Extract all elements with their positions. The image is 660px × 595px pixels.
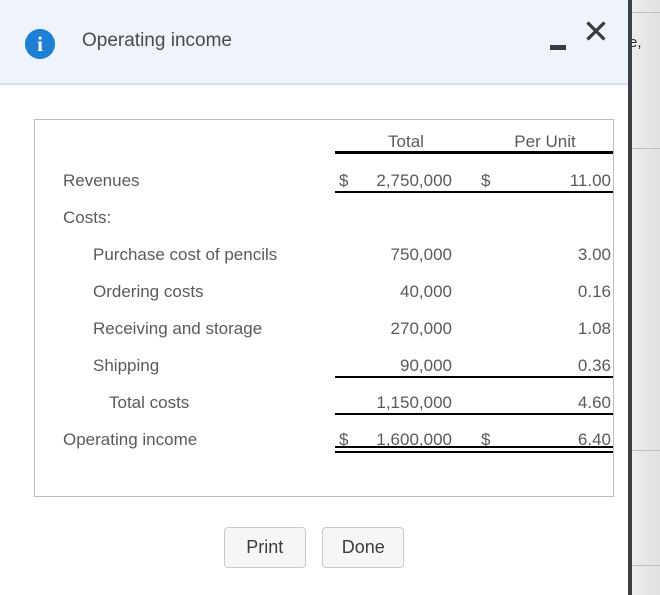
row-value-cell: $2,750,000 [335,151,477,193]
row-label: Shipping [93,356,160,375]
table-row: Revenues $2,750,000 $11.00 [35,151,613,193]
background-rule [628,565,660,566]
row-label: Costs: [63,208,112,227]
row-label: Purchase cost of pencils [93,245,278,264]
row-label: Total costs [109,393,190,412]
row-value-cell: $1.08 [477,302,613,339]
row-value-cell: $0.16 [477,265,613,302]
row-value-cell: $4.60 [477,376,613,415]
total-currency-symbol: $ [339,171,349,190]
table-row: Total costs $1,150,000$4.60 [35,376,613,415]
minimize-icon [550,45,566,50]
dialog-right-edge [628,0,632,595]
row-value-cell: $90,000 [335,339,477,378]
total-value: 90,000 [400,356,452,375]
row-value-cell: $3.00 [477,228,613,265]
value-rule-top [335,151,477,153]
per-unit-value: 11.00 [569,171,611,190]
operating-income-table: Total Per Unit Revenues $2,750,000 $11.00 C… [35,132,613,453]
total-value: 40,000 [400,282,452,301]
done-button[interactable]: Done [322,527,405,568]
value-rule-double-upper [477,446,613,448]
background-rule [628,450,660,451]
info-icon: i [25,29,55,59]
per-unit-value: 4.60 [577,393,611,412]
row-label: Operating income [63,430,198,449]
row-value-cell: $40,000 [335,265,477,302]
per-unit-value: 1.08 [577,319,611,338]
background-page: e, [628,0,660,595]
total-value: 1,150,000 [376,393,452,412]
row-label: Receiving and storage [93,319,263,338]
total-value: 270,000 [390,319,452,338]
value-rule-top [477,151,613,153]
close-button[interactable]: ✕ [578,12,614,50]
table-row: Shipping $90,000$0.36 [35,339,613,378]
table-row: Costs: $$ [35,191,613,228]
row-value-cell: $11.00 [477,151,613,193]
total-value: 2,750,000 [376,171,452,190]
table-row: Operating income $1,600,000 $6.40 [35,413,613,453]
row-value-cell: $750,000 [335,228,477,265]
column-header-blank [35,132,335,152]
table-row: Purchase cost of pencils $750,000$3.00 [35,228,613,265]
row-label: Ordering costs [93,282,204,301]
table-header: Total Per Unit [35,132,613,152]
value-rule-double-upper [335,446,477,448]
report-card: Total Per Unit Revenues $2,750,000 $11.00 C… [34,119,614,497]
print-button[interactable]: Print [223,527,306,568]
row-value-cell: $1,600,000 [335,413,477,453]
row-value-cell: $6.40 [477,413,613,453]
per-unit-value: 0.36 [577,356,611,375]
dialog-title-bar: i Operating income ✕ [0,0,628,85]
page-root: e, i Operating income ✕ Total Per Unit R… [0,0,660,595]
background-rule [628,148,660,149]
row-value-cell: $270,000 [335,302,477,339]
per-unit-value: 3.00 [577,245,611,264]
table-row: Receiving and storage $270,000$1.08 [35,302,613,339]
dialog-title: Operating income [82,30,232,51]
table-header-row: Total Per Unit [35,132,613,152]
operating-income-dialog: i Operating income ✕ Total Per Unit Reve… [0,0,628,595]
value-rule-double-lower [335,451,477,453]
table-row: Ordering costs $40,000$0.16 [35,265,613,302]
per-unit-value: 0.16 [577,282,611,301]
row-value-cell: $ [477,191,613,228]
row-value-cell: $ [335,191,477,228]
total-value: 750,000 [390,245,452,264]
background-rule [628,12,660,13]
row-label: Revenues [63,171,140,190]
value-rule-double-lower [477,451,613,453]
row-value-cell: $0.36 [477,339,613,378]
minimize-button[interactable] [545,28,571,54]
column-header-per-unit: Per Unit [514,132,576,151]
dialog-footer: Print Done [0,527,628,568]
column-header-total: Total [388,132,424,151]
row-value-cell: $1,150,000 [335,376,477,415]
per-unit-currency-symbol: $ [481,171,491,190]
table-body: Revenues$2,750,000$11.00Costs:$$Purchase… [35,151,613,453]
